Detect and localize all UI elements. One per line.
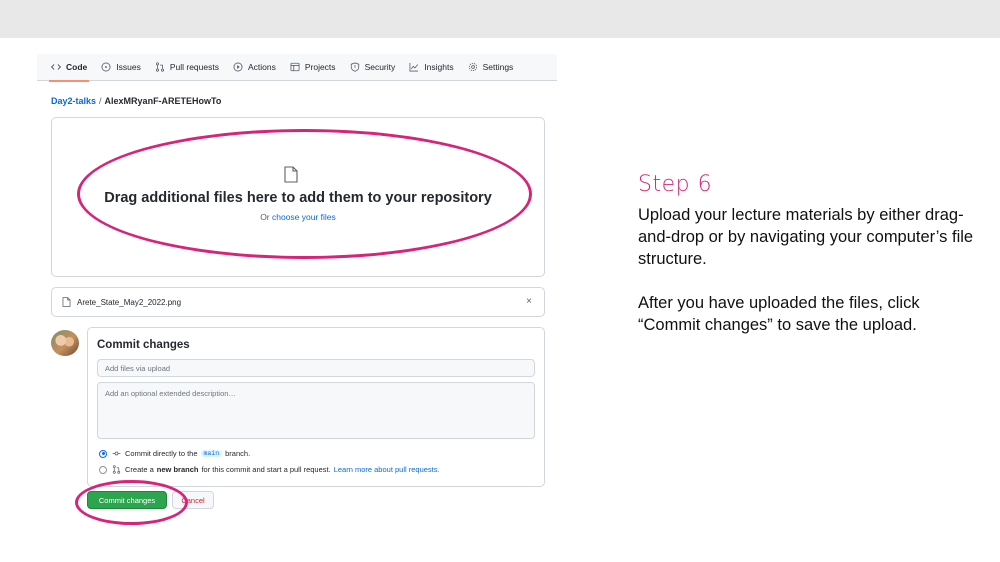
tab-issues-label: Issues [116, 62, 141, 72]
shield-icon [350, 62, 359, 72]
commit-icon [112, 451, 121, 456]
tab-actions-label: Actions [247, 62, 276, 72]
new-branch-radio[interactable] [99, 465, 107, 474]
tab-projects[interactable]: Projects [290, 54, 336, 81]
dropzone-or-text: Or [260, 212, 272, 222]
pull-request-icon [112, 465, 121, 474]
tab-settings[interactable]: Settings [468, 54, 514, 81]
commit-title: Commit changes [97, 339, 190, 351]
repo-nav: Code Issues Pull requests Actions Projec… [37, 54, 557, 82]
graph-icon [409, 62, 419, 72]
tab-insights[interactable]: Insights [409, 54, 454, 81]
tab-projects-label: Projects [304, 62, 336, 72]
tab-insights-label: Insights [424, 62, 454, 72]
choose-files-link[interactable]: choose your files [272, 212, 336, 222]
new-branch-suffix: for this commit and start a pull request… [201, 465, 331, 474]
table-icon [290, 62, 300, 72]
branch-name: main [200, 450, 223, 457]
file-icon [62, 297, 71, 307]
dropzone-title: Drag additional files here to add them t… [104, 190, 492, 206]
commit-direct-text: Commit directly to the [125, 449, 198, 458]
step-title: Step 6 [638, 172, 713, 197]
commit-description-input[interactable] [97, 382, 535, 439]
tab-issues[interactable]: Issues [101, 54, 141, 81]
tab-settings-label: Settings [482, 62, 514, 72]
tab-code-label: Code [66, 62, 88, 72]
step-paragraph-1: Upload your lecture materials by either … [638, 206, 974, 268]
breadcrumb-repo-name: AlexMRyanF-ARETEHowTo [104, 96, 222, 106]
gear-icon [468, 62, 477, 72]
step-paragraph-2: After you have uploaded the files, click… [638, 294, 920, 334]
avatar [51, 330, 79, 356]
dropzone-subtitle: Or choose your files [51, 212, 545, 222]
issue-icon [101, 62, 111, 72]
tab-security[interactable]: Security [350, 54, 396, 81]
commit-direct-radio[interactable] [99, 449, 107, 458]
commit-changes-button[interactable]: Commit changes [87, 491, 167, 509]
uploaded-file-name: Arete_State_May2_2022.png [77, 297, 182, 307]
tab-actions[interactable]: Actions [233, 54, 276, 81]
tab-security-label: Security [364, 62, 396, 72]
tab-pull-requests-label: Pull requests [169, 62, 219, 72]
commit-direct-option[interactable]: Commit directly to the main branch. [99, 449, 250, 458]
uploaded-file-row: Arete_State_May2_2022.png × [51, 287, 545, 317]
tab-pull-requests[interactable]: Pull requests [155, 54, 219, 81]
file-icon [284, 166, 298, 183]
commit-summary-input[interactable] [97, 359, 535, 377]
breadcrumb-owner-link[interactable]: Day2-talks [51, 96, 96, 106]
new-branch-prefix: Create a [125, 465, 154, 474]
step-instructions: Upload your lecture materials by either … [638, 204, 978, 358]
tab-code[interactable]: Code [48, 54, 90, 82]
top-bar [0, 0, 1000, 38]
pull-request-icon [155, 62, 164, 72]
commit-direct-suffix: branch. [225, 449, 251, 458]
cancel-button[interactable]: Cancel [172, 491, 214, 509]
code-icon [51, 64, 61, 70]
learn-more-pull-requests-link[interactable]: Learn more about pull requests. [334, 465, 440, 474]
breadcrumb: Day2-talks / AlexMRyanF-ARETEHowTo [51, 96, 221, 106]
breadcrumb-separator: / [99, 96, 102, 106]
new-branch-option[interactable]: Create a new branch for this commit and … [99, 465, 440, 474]
remove-file-button[interactable]: × [526, 296, 532, 307]
play-icon [233, 62, 243, 72]
new-branch-bold: new branch [156, 465, 199, 474]
